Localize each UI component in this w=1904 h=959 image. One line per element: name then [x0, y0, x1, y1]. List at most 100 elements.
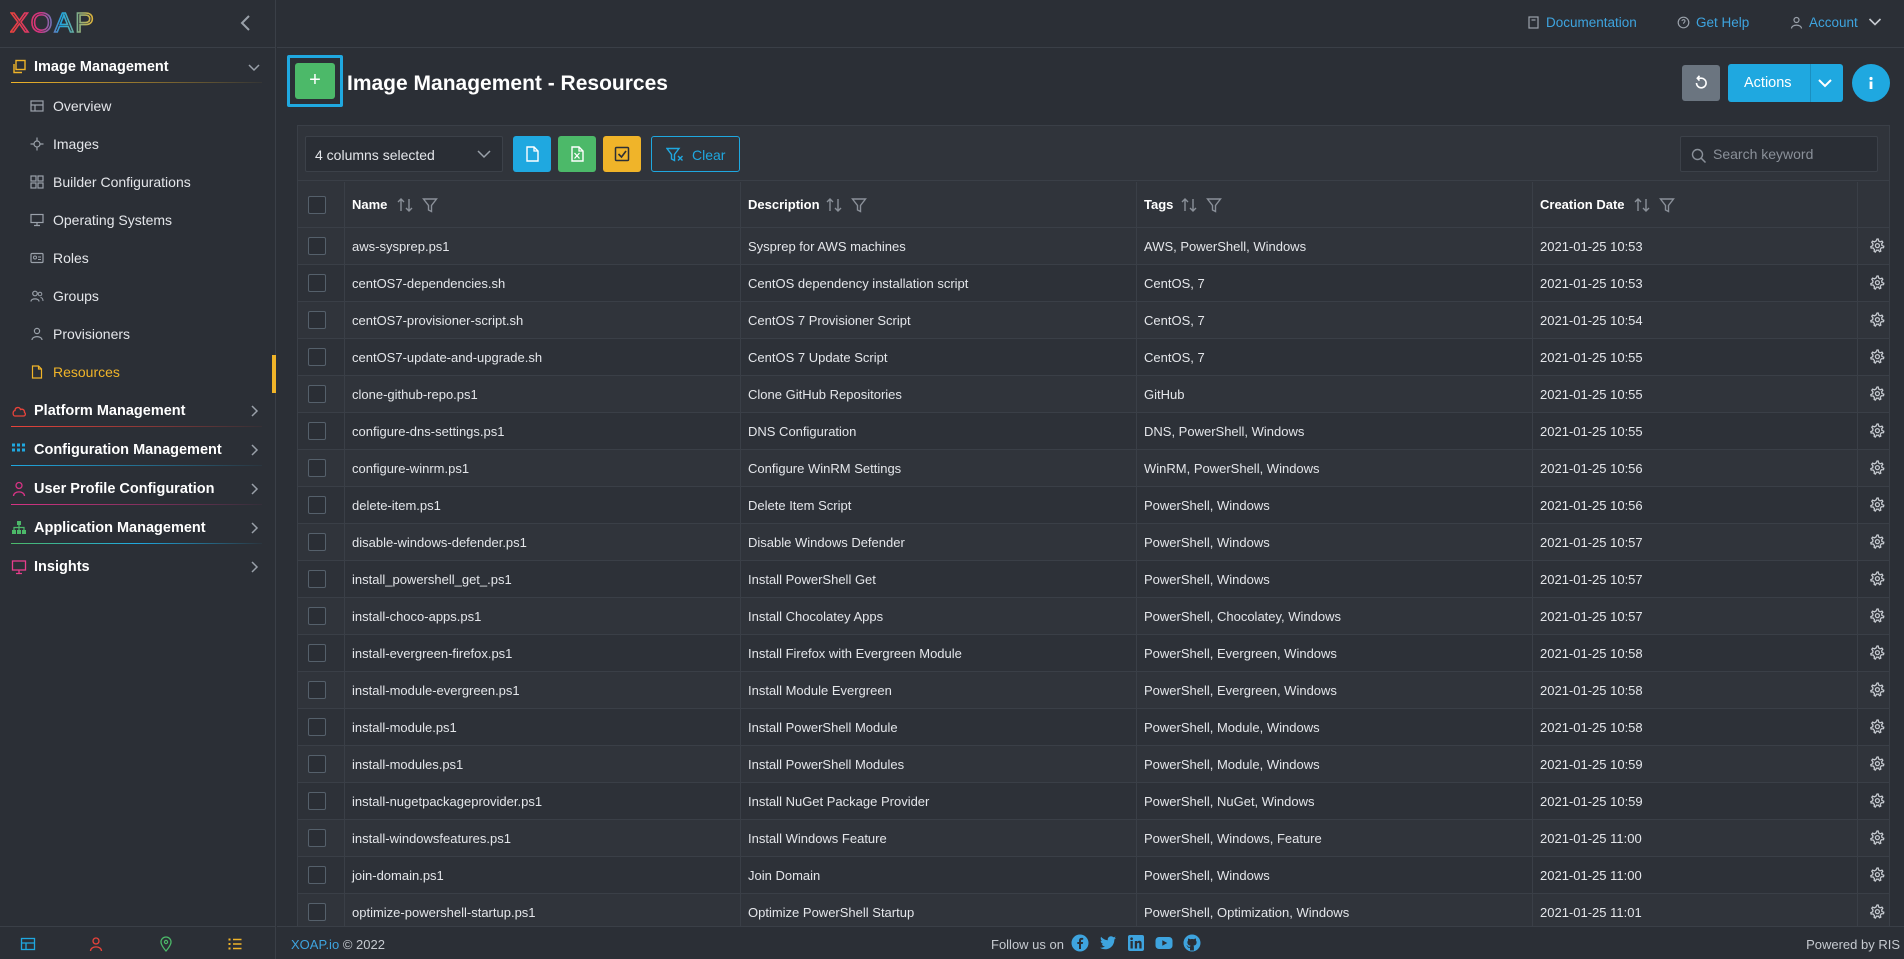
- sidebar-item-operating-systems[interactable]: Operating Systems: [0, 203, 276, 237]
- table-row[interactable]: install-evergreen-firefox.ps1 Install Fir…: [298, 635, 1889, 672]
- account-menu[interactable]: Account: [1790, 15, 1888, 30]
- table-row[interactable]: optimize-powershell-startup.ps1 Optimize …: [298, 894, 1889, 926]
- row-checkbox[interactable]: [308, 496, 326, 514]
- select-all-button[interactable]: [603, 136, 641, 172]
- table-row[interactable]: install-module.ps1 Install PowerShell Mod…: [298, 709, 1889, 746]
- row-settings-gear-icon[interactable]: [1869, 608, 1885, 624]
- export-excel-button[interactable]: [558, 136, 596, 172]
- row-checkbox[interactable]: [308, 607, 326, 625]
- info-button[interactable]: [1852, 64, 1890, 102]
- row-settings-gear-icon[interactable]: [1869, 682, 1885, 698]
- row-checkbox[interactable]: [308, 348, 326, 366]
- table-row[interactable]: install-windowsfeatures.ps1 Install Windo…: [298, 820, 1889, 857]
- table-row[interactable]: install_powershell_get_.ps1 Install Power…: [298, 561, 1889, 598]
- table-row[interactable]: install-nugetpackageprovider.ps1 Install …: [298, 783, 1889, 820]
- github-icon[interactable]: [1183, 934, 1201, 952]
- row-settings-gear-icon[interactable]: [1869, 830, 1885, 846]
- sidebar-item-builder-configurations[interactable]: Builder Configurations: [0, 165, 276, 199]
- nav-section-configuration-management[interactable]: Configuration Management: [0, 433, 276, 467]
- dashboard-icon[interactable]: [20, 936, 36, 952]
- select-all-checkbox[interactable]: [308, 196, 326, 214]
- columns-select[interactable]: 4 columns selected: [305, 136, 503, 172]
- row-settings-gear-icon[interactable]: [1869, 349, 1885, 365]
- table-row[interactable]: aws-sysprep.ps1 Sysprep for AWS machines A…: [298, 228, 1889, 265]
- row-settings-gear-icon[interactable]: [1869, 312, 1885, 328]
- table-row[interactable]: centOS7-dependencies.sh CentOS dependency…: [298, 265, 1889, 302]
- linkedin-icon[interactable]: [1127, 934, 1145, 952]
- table-row[interactable]: centOS7-provisioner-script.sh CentOS 7 Pr…: [298, 302, 1889, 339]
- export-csv-button[interactable]: [513, 136, 551, 172]
- row-checkbox[interactable]: [308, 237, 326, 255]
- table-row[interactable]: configure-dns-settings.ps1 DNS Configurat…: [298, 413, 1889, 450]
- row-checkbox[interactable]: [308, 792, 326, 810]
- actions-dropdown-button[interactable]: Actions: [1728, 64, 1843, 102]
- nav-section-platform-management[interactable]: Platform Management: [0, 394, 276, 428]
- table-row[interactable]: install-choco-apps.ps1 Install Chocolatey…: [298, 598, 1889, 635]
- row-checkbox[interactable]: [308, 903, 326, 921]
- nav-section-insights[interactable]: Insights: [0, 550, 276, 584]
- row-settings-gear-icon[interactable]: [1869, 756, 1885, 772]
- sidebar-item-groups[interactable]: Groups: [0, 279, 276, 313]
- table-row[interactable]: join-domain.ps1 Join Domain PowerShell, Wi…: [298, 857, 1889, 894]
- row-settings-gear-icon[interactable]: [1869, 497, 1885, 513]
- twitter-icon[interactable]: [1099, 934, 1117, 952]
- table-row[interactable]: disable-windows-defender.ps1 Disable Wind…: [298, 524, 1889, 561]
- row-settings-gear-icon[interactable]: [1869, 275, 1885, 291]
- sidebar-item-overview[interactable]: Overview: [0, 89, 276, 123]
- youtube-icon[interactable]: [1155, 934, 1173, 952]
- sort-icon[interactable]: [825, 196, 843, 214]
- row-settings-gear-icon[interactable]: [1869, 719, 1885, 735]
- get-help-link[interactable]: Get Help: [1677, 15, 1749, 30]
- table-row[interactable]: install-modules.ps1 Install PowerShell Mo…: [298, 746, 1889, 783]
- row-checkbox[interactable]: [308, 533, 326, 551]
- column-header-creation-date[interactable]: Creation Date: [1533, 182, 1858, 228]
- add-resource-button[interactable]: +: [295, 63, 335, 99]
- column-header-description[interactable]: Description: [741, 182, 1137, 228]
- table-row[interactable]: configure-winrm.ps1 Configure WinRM Setti…: [298, 450, 1889, 487]
- row-settings-gear-icon[interactable]: [1869, 386, 1885, 402]
- row-checkbox[interactable]: [308, 459, 326, 477]
- nav-section-user-profile-configuration[interactable]: User Profile Configuration: [0, 472, 276, 506]
- row-checkbox[interactable]: [308, 829, 326, 847]
- row-checkbox[interactable]: [308, 274, 326, 292]
- filter-icon[interactable]: [422, 196, 438, 214]
- row-settings-gear-icon[interactable]: [1869, 793, 1885, 809]
- table-row[interactable]: delete-item.ps1 Delete Item Script PowerSh…: [298, 487, 1889, 524]
- row-checkbox[interactable]: [308, 422, 326, 440]
- table-row[interactable]: install-module-evergreen.ps1 Install Modu…: [298, 672, 1889, 709]
- row-settings-gear-icon[interactable]: [1869, 904, 1885, 920]
- clear-filters-button[interactable]: Clear: [651, 136, 740, 172]
- location-icon[interactable]: [158, 936, 174, 952]
- table-row[interactable]: clone-github-repo.ps1 Clone GitHub Reposi…: [298, 376, 1889, 413]
- search-input[interactable]: [1713, 137, 1873, 171]
- xoap-logo[interactable]: XOAP: [10, 7, 110, 37]
- row-settings-gear-icon[interactable]: [1869, 645, 1885, 661]
- row-settings-gear-icon[interactable]: [1869, 238, 1885, 254]
- filter-icon[interactable]: [1206, 196, 1222, 214]
- documentation-link[interactable]: Documentation: [1527, 15, 1637, 30]
- user-config-icon[interactable]: [89, 936, 105, 952]
- row-settings-gear-icon[interactable]: [1869, 460, 1885, 476]
- nav-section-image-management[interactable]: Image Management: [0, 50, 276, 84]
- sidebar-item-images[interactable]: Images: [0, 127, 276, 161]
- xoap-link[interactable]: XOAP.io: [291, 937, 339, 952]
- row-checkbox[interactable]: [308, 755, 326, 773]
- column-header-name[interactable]: Name: [345, 182, 741, 228]
- nav-section-application-management[interactable]: Application Management: [0, 511, 276, 545]
- row-settings-gear-icon[interactable]: [1869, 571, 1885, 587]
- sidebar-item-roles[interactable]: Roles: [0, 241, 276, 275]
- filter-icon[interactable]: [851, 196, 867, 214]
- filter-icon[interactable]: [1659, 196, 1675, 214]
- column-header-tags[interactable]: Tags: [1137, 182, 1533, 228]
- sort-icon[interactable]: [1180, 196, 1198, 214]
- list-icon[interactable]: [227, 936, 243, 952]
- refresh-button[interactable]: [1682, 65, 1720, 101]
- sidebar-item-provisioners[interactable]: Provisioners: [0, 317, 276, 351]
- sort-icon[interactable]: [1633, 196, 1651, 214]
- row-settings-gear-icon[interactable]: [1869, 423, 1885, 439]
- sort-icon[interactable]: [396, 196, 414, 214]
- row-checkbox[interactable]: [308, 866, 326, 884]
- row-checkbox[interactable]: [308, 385, 326, 403]
- sidebar-item-resources[interactable]: Resources: [0, 355, 276, 393]
- row-settings-gear-icon[interactable]: [1869, 867, 1885, 883]
